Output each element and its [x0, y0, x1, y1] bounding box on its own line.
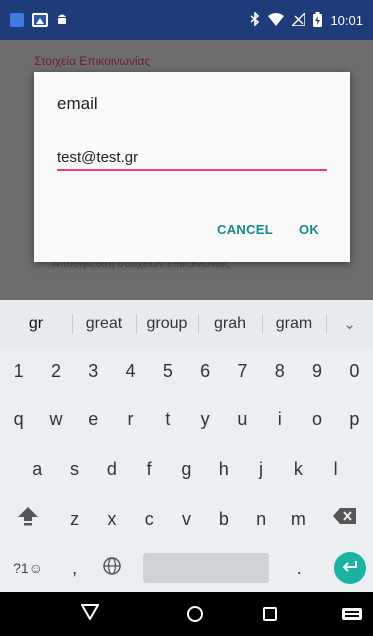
back-button[interactable]	[0, 592, 180, 636]
key[interactable]: o	[298, 394, 335, 444]
key[interactable]: l	[317, 444, 354, 494]
ok-button[interactable]: OK	[299, 222, 319, 237]
status-bar-left	[10, 12, 68, 28]
key[interactable]: f	[130, 444, 167, 494]
keyboard-switch-icon	[341, 608, 362, 620]
email-dialog: email CANCEL OK	[34, 72, 350, 262]
suggestion-item[interactable]: gr	[0, 300, 72, 348]
image-icon	[32, 13, 48, 27]
battery-icon	[313, 11, 323, 29]
key[interactable]: c	[131, 494, 168, 544]
key[interactable]: 1	[0, 348, 37, 394]
key[interactable]: v	[168, 494, 205, 544]
key[interactable]: 5	[149, 348, 186, 394]
key[interactable]: z	[56, 494, 93, 544]
key[interactable]: 4	[112, 348, 149, 394]
backspace-icon	[333, 508, 357, 530]
recents-button[interactable]	[210, 592, 330, 636]
number-row: 1 2 3 4 5 6 7 8 9 0	[0, 348, 373, 394]
row-indent	[0, 444, 19, 494]
cancel-button[interactable]: CANCEL	[217, 222, 273, 237]
key[interactable]: k	[280, 444, 317, 494]
key[interactable]: 8	[261, 348, 298, 394]
suggestion-item[interactable]: great	[72, 300, 136, 348]
key[interactable]: j	[242, 444, 279, 494]
key[interactable]: q	[0, 394, 37, 444]
key[interactable]: g	[168, 444, 205, 494]
status-bar-right: 10:01	[250, 10, 363, 29]
backspace-key[interactable]	[317, 494, 373, 544]
suggestion-item[interactable]: grah	[198, 300, 262, 348]
enter-key[interactable]	[333, 552, 366, 584]
key[interactable]: 3	[75, 348, 112, 394]
period-key[interactable]: .	[281, 544, 318, 592]
key[interactable]: a	[19, 444, 56, 494]
phone-screen: 10:01 Στοιχεία Επικοινωνίας Αποθήκευση σ…	[0, 0, 373, 636]
key[interactable]: r	[112, 394, 149, 444]
key[interactable]: 7	[224, 348, 261, 394]
key[interactable]: n	[242, 494, 279, 544]
symbols-key[interactable]: ?1☺	[0, 544, 56, 592]
letter-row-q: q w e r t y u i o p	[0, 394, 373, 444]
back-icon	[80, 603, 100, 625]
key[interactable]: s	[56, 444, 93, 494]
suggestion-item[interactable]: gram	[262, 300, 326, 348]
suggestion-strip: gr great group grah gram ⌄	[0, 300, 373, 348]
notification-square-icon	[10, 13, 24, 27]
letter-row-a: a s d f g h j k l	[0, 444, 373, 494]
keyboard-switch-button[interactable]	[330, 592, 373, 636]
language-key[interactable]	[93, 544, 130, 592]
background-heading: Στοιχεία Επικοινωνίας	[34, 54, 151, 68]
email-input[interactable]	[57, 147, 327, 171]
enter-arrow-icon	[342, 558, 358, 579]
key[interactable]: y	[186, 394, 223, 444]
dialog-title: email	[57, 94, 98, 113]
key[interactable]: 6	[186, 348, 223, 394]
key[interactable]: 2	[37, 348, 74, 394]
key[interactable]: m	[280, 494, 317, 544]
shift-icon	[17, 506, 39, 532]
no-signal-icon	[290, 10, 307, 28]
bluetooth-icon	[250, 11, 260, 28]
status-bar: 10:01	[0, 0, 373, 40]
key[interactable]: w	[37, 394, 74, 444]
home-button[interactable]	[180, 592, 210, 636]
key[interactable]: x	[93, 494, 130, 544]
globe-icon	[103, 556, 121, 580]
home-icon	[187, 606, 203, 622]
key[interactable]: d	[93, 444, 130, 494]
expand-suggestions-icon[interactable]: ⌄	[326, 300, 373, 348]
space-key[interactable]	[142, 553, 269, 583]
wifi-icon	[268, 12, 285, 28]
soft-keyboard: gr great group grah gram ⌄ 1 2 3 4 5 6 7…	[0, 300, 373, 592]
key[interactable]: p	[336, 394, 373, 444]
key[interactable]: 9	[298, 348, 335, 394]
android-icon	[56, 12, 68, 28]
recents-icon	[263, 607, 277, 621]
key[interactable]: u	[224, 394, 261, 444]
key[interactable]: e	[75, 394, 112, 444]
bottom-row: ?1☺ , .	[0, 544, 373, 592]
clock: 10:01	[330, 12, 363, 28]
shift-key[interactable]	[0, 494, 56, 544]
key[interactable]: t	[149, 394, 186, 444]
navigation-bar	[0, 592, 373, 636]
key[interactable]: i	[261, 394, 298, 444]
comma-key[interactable]: ,	[56, 544, 93, 592]
suggestion-item[interactable]: group	[136, 300, 198, 348]
key[interactable]: h	[205, 444, 242, 494]
key[interactable]: b	[205, 494, 242, 544]
letter-row-z: z x c v b n m	[0, 494, 373, 544]
key[interactable]: 0	[336, 348, 373, 394]
